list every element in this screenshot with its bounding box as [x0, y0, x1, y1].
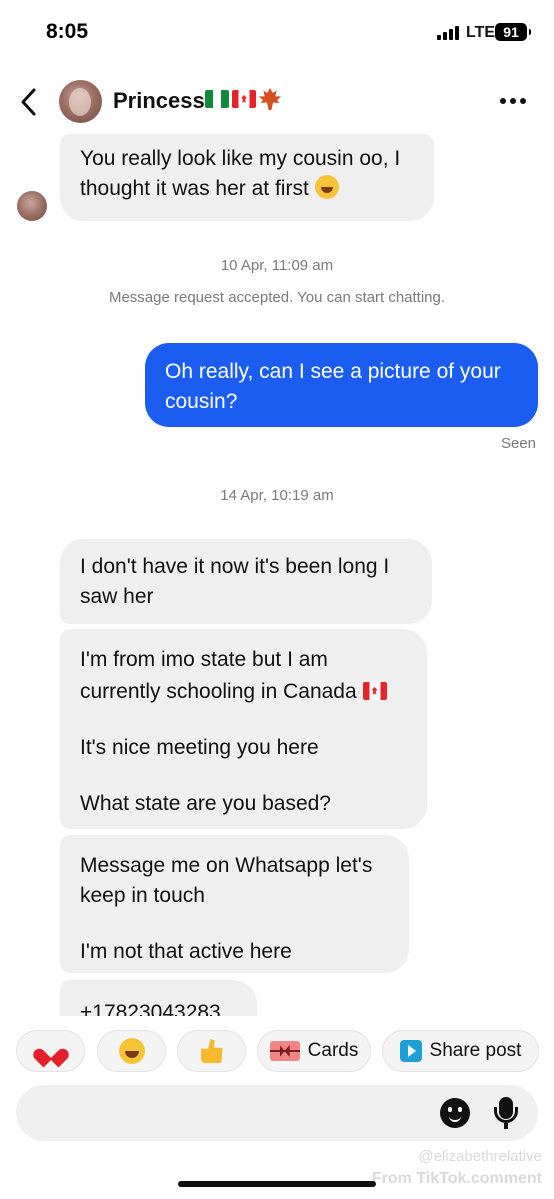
watermark-brand: From TikTok.comment	[371, 1170, 542, 1187]
message-text: saw her	[80, 585, 154, 608]
canada-flag-icon	[362, 682, 387, 700]
dot-icon	[510, 98, 516, 104]
outgoing-message[interactable]: Oh really, can I see a picture of your c…	[145, 343, 538, 427]
canada-flag-icon	[232, 90, 256, 108]
thumbs-up-button[interactable]	[177, 1030, 246, 1072]
status-time: 8:05	[46, 20, 89, 43]
cards-button[interactable]: Cards	[257, 1030, 371, 1072]
heart-icon	[40, 1041, 62, 1061]
share-post-button[interactable]: Share post	[382, 1030, 539, 1072]
timestamp: 10 Apr, 11:09 am	[220, 257, 334, 274]
sticker-icon[interactable]	[440, 1098, 470, 1128]
home-indicator[interactable]	[178, 1181, 376, 1187]
more-options-button[interactable]	[500, 98, 526, 104]
dot-icon	[500, 98, 506, 104]
message-composer	[16, 1085, 538, 1141]
message-text: I'm from imo state but I am	[80, 648, 328, 671]
laugh-reaction-button[interactable]	[97, 1030, 166, 1072]
quick-reply-bar: Cards Share post	[0, 1016, 554, 1086]
signal-icon	[437, 26, 459, 40]
thumbs-up-icon	[200, 1039, 223, 1063]
watermark-username: @elizabethrelative	[418, 1148, 542, 1165]
chevron-left-icon	[21, 88, 36, 116]
message-text: cousin?	[165, 390, 238, 413]
chat-header: Princess	[0, 74, 554, 130]
message-text: Message me on Whatsapp let's	[80, 854, 373, 877]
seen-status: Seen	[500, 435, 536, 452]
network-label: LTE	[466, 24, 496, 41]
message-text: thought it was her at first	[80, 177, 309, 200]
heart-reaction-button[interactable]	[16, 1030, 85, 1072]
incoming-message[interactable]: You really look like my cousin oo, I tho…	[60, 134, 434, 221]
message-text: I don't have it now it's been long I	[80, 555, 390, 578]
dot-icon	[520, 98, 526, 104]
incoming-message[interactable]: I'm from imo state but I am currently sc…	[60, 629, 427, 829]
incoming-message[interactable]: I don't have it now it's been long I saw…	[60, 539, 432, 624]
battery-icon: 91	[495, 23, 531, 41]
gift-card-icon	[269, 1041, 300, 1061]
system-message: Message request accepted. You can start …	[108, 289, 446, 306]
share-post-label: Share post	[429, 1040, 522, 1061]
microphone-icon[interactable]	[494, 1097, 518, 1131]
nigeria-flag-icon	[205, 90, 229, 108]
status-bar: 8:05 LTE 91	[0, 0, 554, 66]
incoming-message[interactable]: Message me on Whatsapp let's keep in tou…	[60, 835, 409, 973]
message-text: I'm not that active here	[80, 940, 292, 963]
timestamp: 14 Apr, 10:19 am	[220, 487, 334, 504]
back-button[interactable]	[14, 84, 48, 120]
play-icon	[399, 1040, 422, 1062]
laughing-emoji-icon	[118, 1038, 145, 1064]
message-text: keep in touch	[80, 884, 205, 907]
maple-leaf-icon	[259, 88, 281, 110]
avatar[interactable]	[59, 80, 102, 123]
sender-avatar[interactable]	[17, 191, 47, 221]
message-text: What state are you based?	[80, 792, 331, 815]
cards-label: Cards	[307, 1040, 359, 1061]
contact-name[interactable]: Princess	[113, 88, 205, 114]
message-text: Oh really, can I see a picture of your	[165, 360, 501, 383]
laughing-emoji-icon	[314, 175, 339, 199]
message-input[interactable]	[36, 1085, 436, 1141]
message-text: currently schooling in Canada	[80, 680, 357, 703]
message-text: You really look like my cousin oo, I	[80, 147, 401, 170]
flag-emojis	[205, 88, 281, 110]
message-text: It's nice meeting you here	[80, 736, 319, 759]
